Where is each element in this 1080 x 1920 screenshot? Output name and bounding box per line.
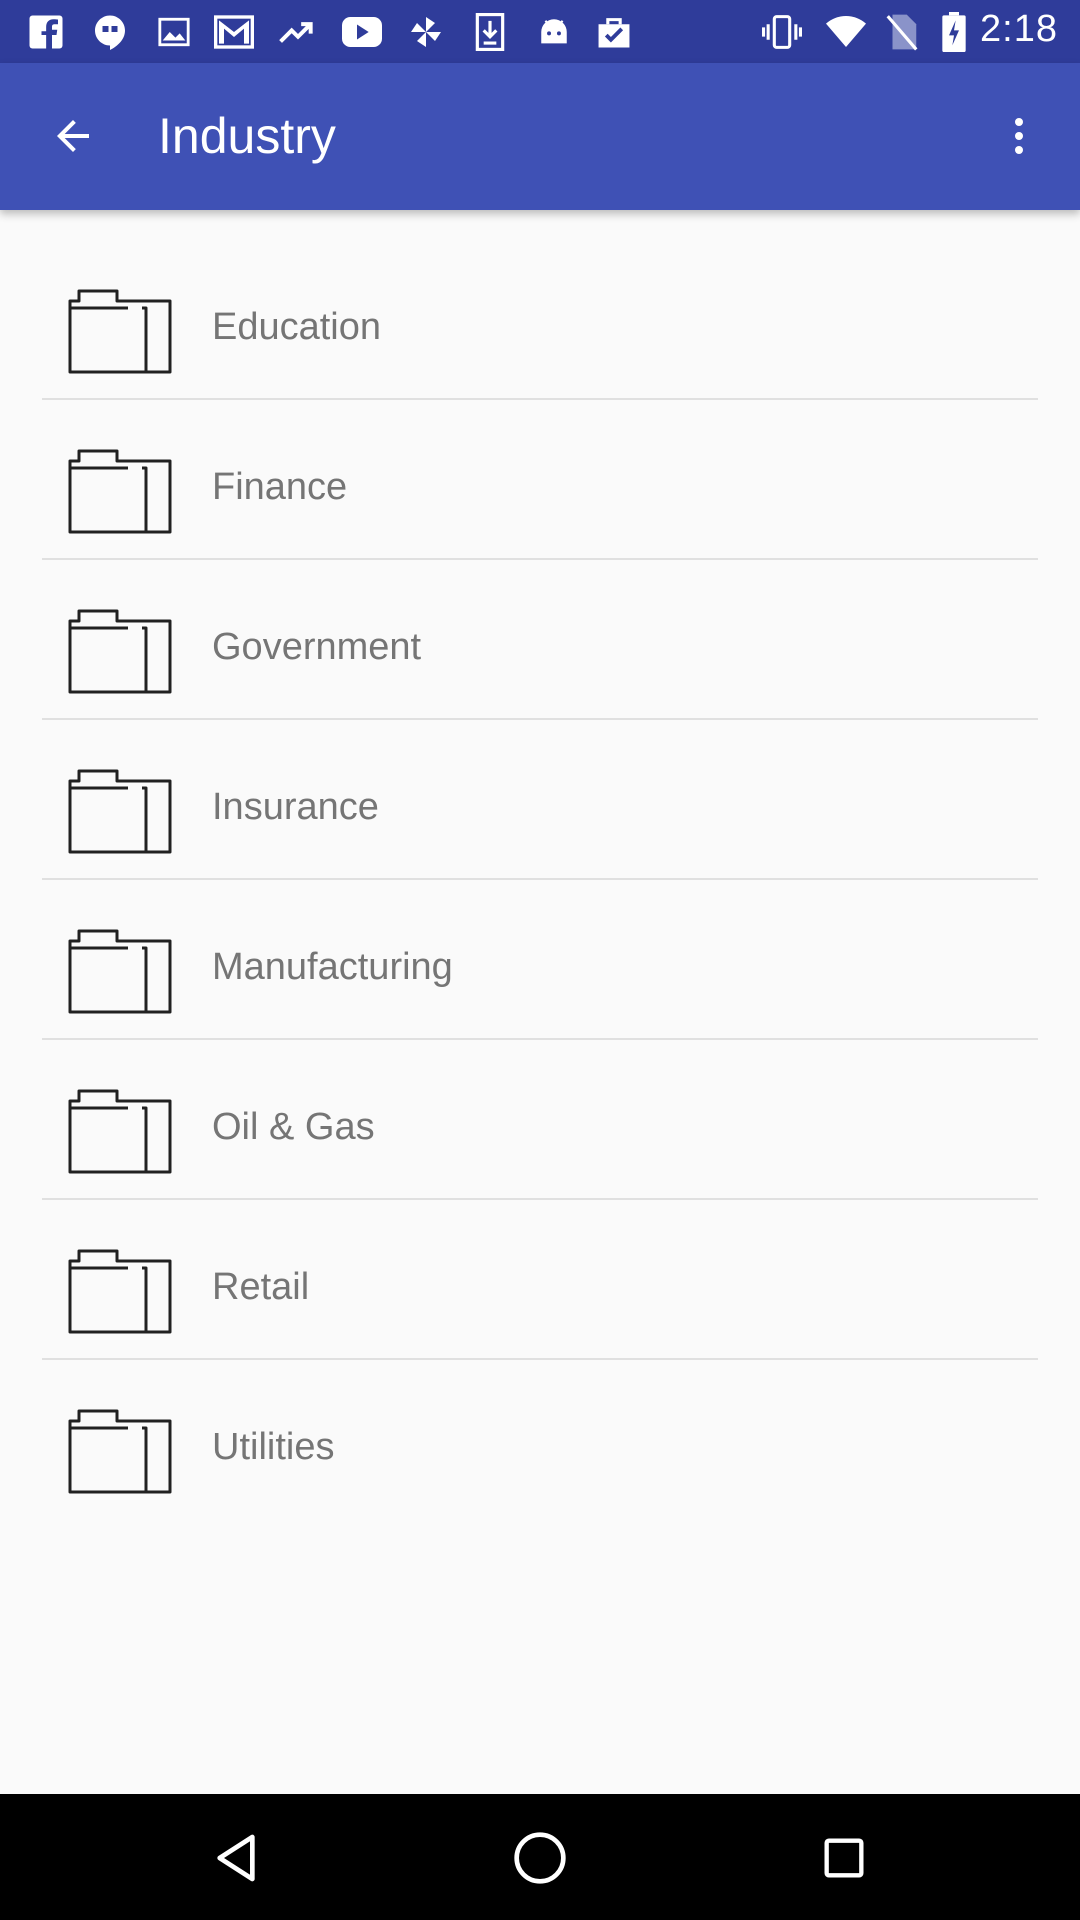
nav-back-button[interactable] [200,1822,272,1894]
folder-icon [68,1249,172,1334]
list-item-finance[interactable]: Finance [0,400,1080,560]
recents-square-icon [824,1838,864,1878]
folder-icon [68,449,172,534]
status-time: 2:18 [980,8,1058,50]
page-title: Industry [158,108,336,164]
gmail-icon [214,12,254,52]
list-item-education[interactable]: Education [0,240,1080,400]
list-item-label: Finance [212,466,348,508]
list-item-label: Utilities [212,1426,335,1468]
list-item-oil-gas[interactable]: Oil & Gas [0,1040,1080,1200]
list-item-label: Insurance [212,786,379,828]
youtube-icon [342,12,382,52]
list-item-label: Oil & Gas [212,1106,375,1148]
folder-icon [68,769,172,854]
battery-charging-icon [934,12,974,52]
vibrate-icon [762,12,802,52]
folder-icon [68,1089,172,1174]
folder-icon [68,1409,172,1494]
list-item-insurance[interactable]: Insurance [0,720,1080,880]
home-circle-icon [514,1832,566,1884]
back-triangle-icon [217,1834,255,1882]
no-sim-icon [882,12,922,52]
hangouts-icon [90,12,130,52]
list-item-label: Government [212,626,422,668]
app-bar: Industry [0,63,1080,210]
more-vert-icon [1015,118,1023,154]
nav-home-button[interactable] [504,1822,576,1894]
wifi-icon [826,12,866,52]
list-item-label: Manufacturing [212,946,453,988]
list-item-retail[interactable]: Retail [0,1200,1080,1360]
image-icon [154,12,194,52]
nav-recents-button[interactable] [808,1822,880,1894]
industry-list: Education Finance Government Insurance M… [0,240,1080,1520]
download-icon [470,12,510,52]
trending-icon [278,12,318,52]
pinwheel-icon [406,12,446,52]
folder-icon [68,289,172,374]
clipboard-check-icon [594,12,634,52]
list-item-manufacturing[interactable]: Manufacturing [0,880,1080,1040]
arrow-back-icon [57,120,89,152]
overflow-menu-button[interactable] [986,103,1052,169]
list-item-label: Retail [212,1266,310,1308]
list-item-utilities[interactable]: Utilities [0,1360,1080,1520]
facebook-icon [26,12,66,52]
status-bar: 2:18 [0,0,1080,63]
back-button[interactable] [40,103,106,169]
list-item-government[interactable]: Government [0,560,1080,720]
list-item-label: Education [212,306,382,348]
android-icon [534,12,574,52]
folder-icon [68,609,172,694]
folder-icon [68,929,172,1014]
system-navigation-bar [0,1794,1080,1920]
